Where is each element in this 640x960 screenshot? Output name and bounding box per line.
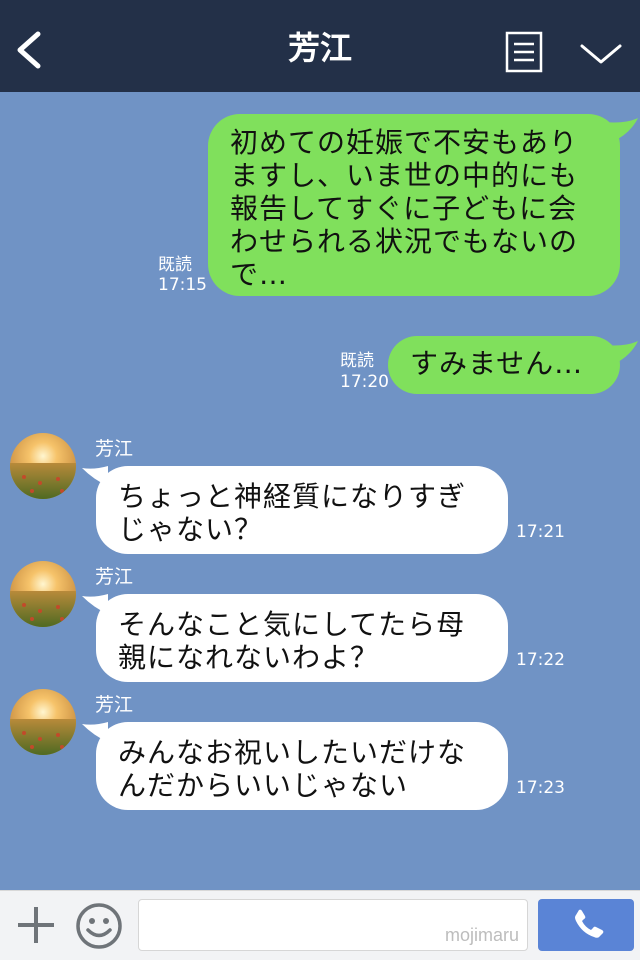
menu-button[interactable]: [505, 31, 543, 73]
message-line: 報告してすぐに子どもに会: [230, 192, 578, 225]
watermark: mojimaru: [444, 925, 519, 945]
avatar-sunset-image: [10, 433, 76, 499]
message-line: 初めての妊娠で不安もあり: [230, 126, 579, 159]
bubble-tail: [604, 118, 638, 142]
emoji-button[interactable]: [74, 901, 124, 951]
message-bubble-incoming[interactable]: みんなお祝いしたいだけな んだからいいじゃない: [96, 722, 508, 810]
chevron-down-icon: [580, 44, 622, 64]
bubble-tail: [604, 341, 638, 365]
input-bar: mojimaru: [0, 890, 640, 960]
avatar-sunset-image: [10, 689, 76, 755]
message-line: みんなお祝いしたいだけな: [118, 736, 467, 769]
message-line: 親になれないわよ？: [118, 641, 380, 674]
sender-name: 芳江: [95, 694, 134, 716]
sender-name: 芳江: [95, 566, 134, 588]
message-time: 17:20: [340, 372, 389, 392]
add-button[interactable]: [14, 903, 58, 947]
message-line: すみません…: [410, 347, 584, 380]
message-bubble-outgoing[interactable]: 初めての妊娠で不安もあり ますし、いま世の中的にも 報告してすぐに子どもに会 わ…: [208, 114, 620, 296]
message-line: わせられる状況でもないの: [230, 225, 579, 258]
avatar-sunset-image: [10, 561, 76, 627]
message-line: で…: [230, 258, 289, 291]
sender-name: 芳江: [95, 438, 134, 460]
phone-icon: [575, 909, 604, 938]
message-line: んだからいいじゃない: [118, 769, 409, 802]
message-time: 17:21: [516, 522, 565, 542]
chat-title: 芳江: [287, 29, 352, 67]
message-line: ますし、いま世の中的にも: [230, 159, 579, 192]
message-time: 17:22: [516, 650, 565, 670]
message-bubble-outgoing[interactable]: すみません…: [388, 336, 620, 394]
note-icon: [505, 31, 543, 73]
chat-area[interactable]: 初めての妊娠で不安もあり ますし、いま世の中的にも 報告してすぐに子どもに会 わ…: [0, 92, 640, 890]
smiley-icon: [76, 903, 122, 949]
message-line: ちょっと神経質になりすぎ: [118, 480, 467, 513]
plus-icon: [18, 907, 54, 943]
avatar[interactable]: [10, 433, 76, 499]
more-button[interactable]: [578, 38, 624, 70]
message-line: そんなこと気にしてたら母: [118, 608, 466, 641]
chat-header: 芳江: [0, 0, 640, 92]
call-button[interactable]: [538, 899, 634, 951]
message-line: じゃない？: [118, 513, 264, 546]
read-receipt: 既読: [340, 351, 374, 371]
message-time: 17:23: [516, 778, 565, 798]
avatar[interactable]: [10, 561, 76, 627]
message-bubble-incoming[interactable]: そんなこと気にしてたら母 親になれないわよ？: [96, 594, 508, 682]
message-bubble-incoming[interactable]: ちょっと神経質になりすぎ じゃない？: [96, 466, 508, 554]
avatar[interactable]: [10, 689, 76, 755]
message-input[interactable]: mojimaru: [138, 899, 528, 951]
message-time: 17:15: [158, 275, 207, 295]
read-receipt: 既読: [158, 255, 192, 275]
